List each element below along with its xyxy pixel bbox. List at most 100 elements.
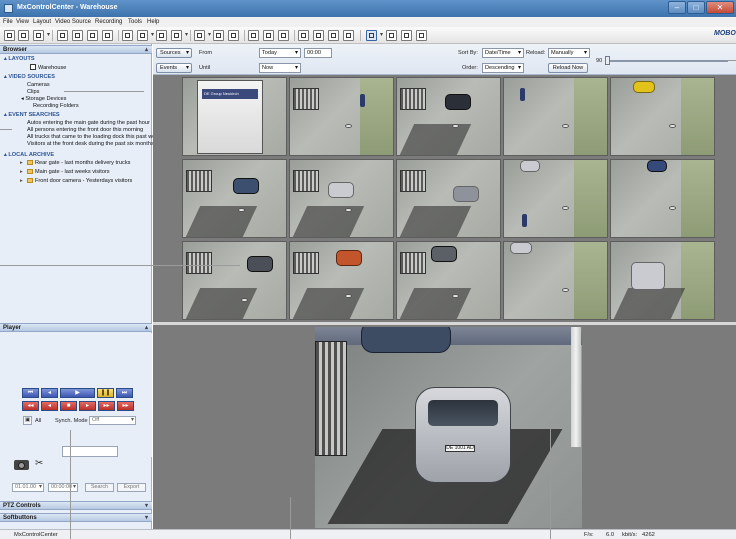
skip-start-icon[interactable]: ⏮ [22,388,39,398]
menu-help[interactable]: Help [147,19,159,25]
split-icon[interactable] [87,30,98,41]
snapshot-icon[interactable] [14,460,29,470]
browser-header[interactable]: Browser ▴ [0,45,152,54]
event-thumbnail[interactable] [182,241,287,320]
expand-icon[interactable]: ▾ [145,514,148,522]
event-thumbnail[interactable] [289,159,394,238]
phone-icon[interactable] [343,30,354,41]
main-video-view[interactable]: DE 1001 AD [315,327,582,528]
ptz-header[interactable]: PTZ Controls ▾ [0,501,152,510]
video-source-cameras[interactable]: Cameras [27,82,50,88]
from-time-field[interactable]: 00:00 [304,48,332,58]
section-layouts[interactable]: ▴ LAYOUTS [4,56,35,62]
time-field[interactable]: 00:00:00 [48,483,78,492]
search-button[interactable]: Search [85,483,114,492]
speaker-icon[interactable] [298,30,309,41]
all-toggle-icon[interactable]: ▣ [23,416,32,425]
event-search-item[interactable]: Autos entering the main gate during the … [27,120,150,126]
event-thumbnail[interactable] [289,77,394,156]
layout-item-warehouse[interactable]: Warehouse [30,64,66,71]
event-search-item[interactable]: All trucks that came to the loading dock… [27,134,161,140]
menu-tools[interactable]: Tools [128,19,142,25]
sortby-select[interactable]: Date/Time [482,48,524,58]
video-source-storage[interactable]: ◂ Storage Devices [21,96,66,102]
reload-select[interactable]: Manually [548,48,590,58]
step-back-icon[interactable]: ◂ [41,388,58,398]
info-icon[interactable] [416,30,427,41]
pause-icon[interactable]: ❚❚ [97,388,114,398]
layout-select-icon[interactable] [137,30,154,41]
player-header[interactable]: Player ▴ [0,323,152,332]
event-thumbnail[interactable] [396,77,501,156]
rewind-fast-icon[interactable]: ◂◂ [22,401,39,411]
menu-video-source[interactable]: Video Source [55,19,91,25]
menu-file[interactable]: File [3,19,13,25]
event-thumbnail[interactable] [503,159,608,238]
event-thumbnail[interactable] [610,241,715,320]
event-thumbnail[interactable] [396,241,501,320]
menu-view[interactable]: View [16,19,29,25]
expand-icon[interactable]: ▾ [145,502,148,510]
forward-slow-icon[interactable]: ▸ [79,401,96,411]
screen-icon[interactable] [171,30,188,41]
brightness-icon[interactable] [328,30,339,41]
from-select[interactable]: Today [259,48,301,58]
section-video-sources[interactable]: ▴ VIDEO SOURCES [4,74,55,80]
export-button[interactable]: Export [117,483,146,492]
section-local-archive[interactable]: ▴ LOCAL ARCHIVE [4,152,54,158]
refresh-icon[interactable] [33,30,50,41]
panel-icon[interactable] [248,30,259,41]
thumbnail-size-slider[interactable] [608,60,728,62]
event-thumbnail[interactable] [610,77,715,156]
event-search-item[interactable]: All persons entering the front door this… [27,127,143,133]
maximize-icon[interactable]: □ [687,1,705,14]
skip-end-icon[interactable]: ⏭ [116,388,133,398]
menu-recording[interactable]: Recording [95,19,122,25]
events-button[interactable]: Events [156,63,192,73]
record-icon[interactable] [401,30,412,41]
monitor-icon[interactable] [122,30,133,41]
wrench-icon[interactable] [386,30,397,41]
rewind-icon[interactable]: ◂ [41,401,58,411]
compare-icon[interactable] [263,30,274,41]
mic-icon[interactable] [313,30,324,41]
softbuttons-header[interactable]: Softbuttons ▾ [0,513,152,522]
event-search-item[interactable]: Visitors at the front desk during the pa… [27,141,154,147]
print-icon[interactable] [228,30,239,41]
layout-view-icon[interactable] [18,30,29,41]
forward-fast-icon[interactable]: ▸▸ [117,401,134,411]
minimize-icon[interactable]: – [668,1,686,14]
slider-handle[interactable] [605,56,610,65]
video-icon[interactable] [57,30,68,41]
until-select[interactable]: Now [259,63,301,73]
event-thumbnail[interactable] [396,159,501,238]
view-splitter[interactable] [153,322,736,325]
event-thumbnail[interactable] [503,77,608,156]
single-view-icon[interactable] [4,30,15,41]
video-source-clips[interactable]: Clips [27,89,39,95]
archive-item[interactable]: ▸ Main gate - last weeks visitors [20,169,110,175]
event-thumbnail[interactable]: DE Group Neukirch [182,77,287,156]
reload-now-button[interactable]: Reload Now [548,63,588,73]
stop-icon[interactable]: ■ [60,401,77,411]
link-icon[interactable] [72,30,83,41]
play-icon[interactable]: ▶ [60,388,95,398]
archive-item[interactable]: ▸ Front door camera - Yesterdays visitors [20,178,132,184]
menu-layout[interactable]: Layout [33,19,51,25]
order-select[interactable]: Descending [482,63,524,73]
event-thumbnail[interactable] [289,241,394,320]
grid-icon[interactable] [102,30,113,41]
archive-item[interactable]: ▸ Rear gate - last months delivery trucks [20,160,130,166]
event-thumbnail[interactable] [182,159,287,238]
close-icon[interactable]: ✕ [706,1,734,14]
collapse-icon[interactable]: ▴ [145,46,148,54]
section-event-searches[interactable]: ▴ EVENT SEARCHES [4,112,60,118]
crop-icon[interactable] [213,30,224,41]
synch-mode-select[interactable]: Off [89,416,136,425]
forward-icon[interactable]: ▸▸ [98,401,115,411]
cut-icon[interactable]: ✂ [35,458,43,469]
collapse-icon[interactable]: ▴ [145,324,148,332]
event-thumbnail[interactable] [503,241,608,320]
event-thumbnail[interactable] [610,159,715,238]
sources-button[interactable]: Sources [156,48,192,58]
